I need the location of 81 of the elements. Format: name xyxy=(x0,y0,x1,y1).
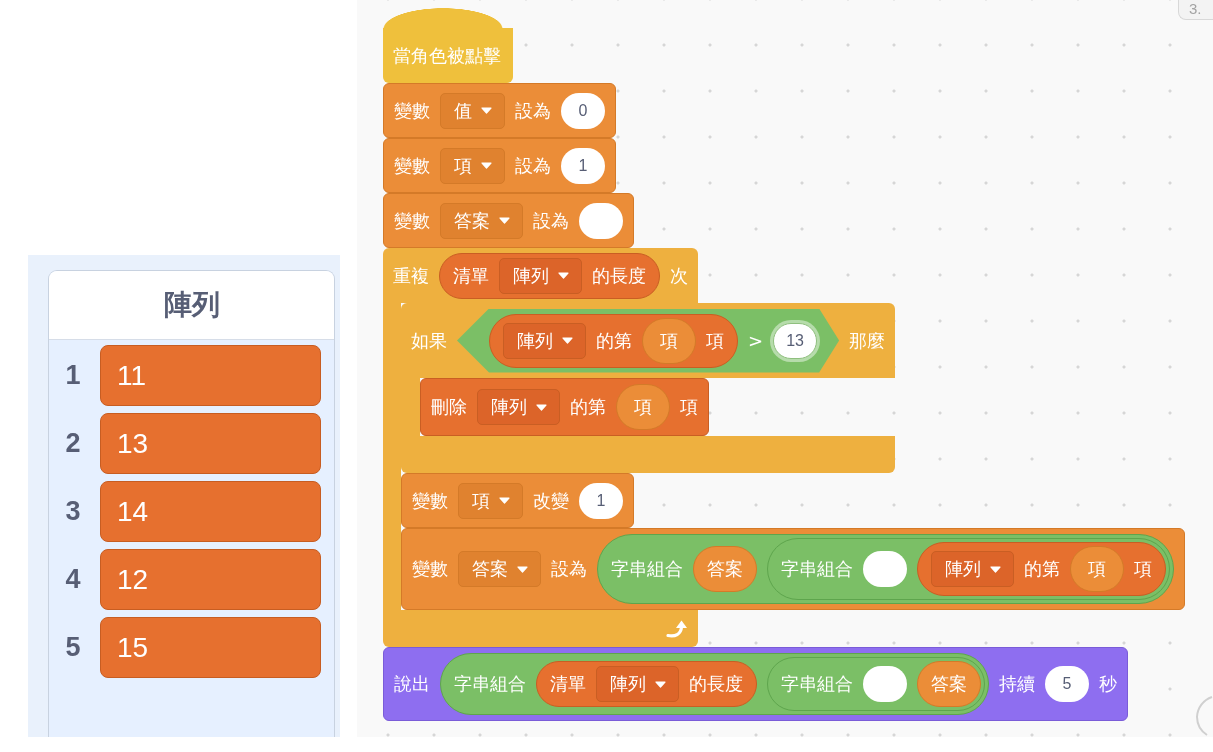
variable-dropdown[interactable]: 值 xyxy=(440,92,505,129)
block-label: 項 xyxy=(680,398,698,416)
value-input[interactable]: 13 xyxy=(773,322,818,359)
circle-outline-icon xyxy=(1195,695,1213,737)
caret-icon xyxy=(517,565,528,573)
block-label: 清單 xyxy=(453,266,489,285)
value-input[interactable]: 5 xyxy=(1045,666,1089,702)
block-label: 變數 xyxy=(394,211,430,230)
variable-dropdown[interactable]: 項 xyxy=(440,147,505,184)
value-input[interactable]: 1 xyxy=(579,482,623,519)
block-label: 的第 xyxy=(596,331,632,350)
block-label: 答案 xyxy=(707,560,743,578)
block-label: 答案 xyxy=(931,675,967,693)
item-index: 4 xyxy=(64,564,82,595)
list-item[interactable]: 14 xyxy=(100,481,321,542)
item-index: 1 xyxy=(64,360,82,391)
block-label: 變數 xyxy=(412,560,448,578)
list-title: 陣列 xyxy=(163,291,220,319)
value-input[interactable] xyxy=(863,666,907,702)
caret-icon xyxy=(499,217,510,224)
variable-dropdown[interactable]: 項 xyxy=(458,482,523,519)
block-label: 刪除 xyxy=(431,398,467,416)
item-index: 5 xyxy=(64,632,82,663)
block-label: 的第 xyxy=(1024,560,1060,578)
list-dropdown[interactable]: 陣列 xyxy=(503,322,586,359)
block-label: 當角色被點擊 xyxy=(393,46,501,65)
block-label: 設為 xyxy=(515,156,551,175)
caret-icon xyxy=(481,162,492,169)
block-label: 說出 xyxy=(394,675,430,693)
item-index: 3 xyxy=(64,496,82,527)
caret-icon xyxy=(655,680,666,688)
block-label: 設為 xyxy=(551,560,587,578)
block-label: 改變 xyxy=(533,491,569,510)
value-input[interactable]: 1 xyxy=(561,147,605,184)
caret-icon xyxy=(536,403,547,411)
loop-arrow-icon xyxy=(666,618,688,639)
block-label: 項 xyxy=(1134,560,1152,578)
value-input[interactable] xyxy=(579,202,623,239)
block-label: 秒 xyxy=(1099,675,1117,693)
list-dropdown[interactable]: 陣列 xyxy=(596,666,679,702)
caret-icon xyxy=(562,337,573,344)
variable-dropdown[interactable]: 答案 xyxy=(458,551,541,587)
caret-icon xyxy=(499,497,510,504)
caret-icon xyxy=(558,272,569,279)
block-label: 的長度 xyxy=(592,266,646,285)
block-label: 字串組合 xyxy=(611,560,683,578)
list-item[interactable]: 12 xyxy=(100,549,321,610)
list-dropdown[interactable]: 陣列 xyxy=(477,389,560,425)
list-item[interactable]: 15 xyxy=(100,617,321,678)
block-label: 字串組合 xyxy=(781,675,853,693)
block-label: 變數 xyxy=(394,101,430,120)
list-item[interactable]: 11 xyxy=(100,345,321,406)
list-dropdown[interactable]: 陣列 xyxy=(931,551,1014,587)
block-label: 項 xyxy=(1088,560,1106,578)
block-label: 字串組合 xyxy=(454,675,526,693)
block-label: 的第 xyxy=(570,398,606,416)
block-label: 次 xyxy=(670,266,688,285)
block-label: 變數 xyxy=(394,156,430,175)
corner-button[interactable]: 3. xyxy=(1178,0,1213,20)
block-label: 的長度 xyxy=(689,675,743,693)
list-dropdown[interactable]: 陣列 xyxy=(499,257,582,294)
block-label: 持續 xyxy=(999,675,1035,693)
block-label: 清單 xyxy=(550,675,586,693)
block-label: 項 xyxy=(634,398,652,416)
block-label: 變數 xyxy=(412,491,448,510)
block-label: 那麼 xyxy=(849,331,886,350)
value-input[interactable] xyxy=(863,551,907,587)
value-input[interactable]: 0 xyxy=(561,92,605,129)
caret-icon xyxy=(481,107,492,114)
block-label: 字串組合 xyxy=(781,560,853,578)
block-label: > xyxy=(748,331,764,350)
item-index: 2 xyxy=(64,428,82,459)
block-label: 設為 xyxy=(533,211,569,230)
caret-icon xyxy=(990,565,1001,573)
list-item[interactable]: 13 xyxy=(100,413,321,474)
block-label: 重複 xyxy=(393,266,429,285)
block-label: 設為 xyxy=(515,101,551,120)
block-label: 如果 xyxy=(411,331,447,350)
block-label: 項 xyxy=(706,331,724,350)
block-label: 項 xyxy=(660,331,678,350)
variable-dropdown[interactable]: 答案 xyxy=(440,202,523,239)
